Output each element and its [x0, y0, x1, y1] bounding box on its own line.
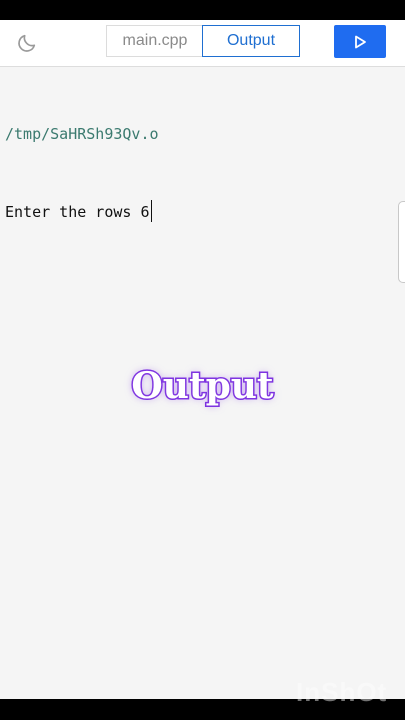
tab-main-cpp[interactable]: main.cpp	[106, 25, 203, 57]
app-screen: main.cpp Output /tmp/SaHRSh93Qv.o Enter …	[0, 20, 405, 699]
tab-output[interactable]: Output	[202, 25, 300, 57]
moon-icon	[18, 34, 36, 52]
play-icon	[355, 35, 366, 48]
theme-toggle-button[interactable]	[12, 28, 42, 58]
console-prompt-line[interactable]: Enter the rows 6	[5, 199, 159, 225]
scroll-handle[interactable]	[398, 201, 405, 283]
watermark-logo: InShOt	[296, 677, 388, 707]
video-overlay-title: Output	[130, 364, 275, 409]
run-button[interactable]	[334, 25, 386, 58]
output-console[interactable]: /tmp/SaHRSh93Qv.o Enter the rows 6	[5, 69, 159, 277]
console-prompt-text: Enter the rows 6	[5, 203, 150, 221]
toolbar: main.cpp Output	[0, 20, 405, 67]
text-cursor	[150, 200, 152, 222]
executable-path: /tmp/SaHRSh93Qv.o	[5, 125, 159, 143]
